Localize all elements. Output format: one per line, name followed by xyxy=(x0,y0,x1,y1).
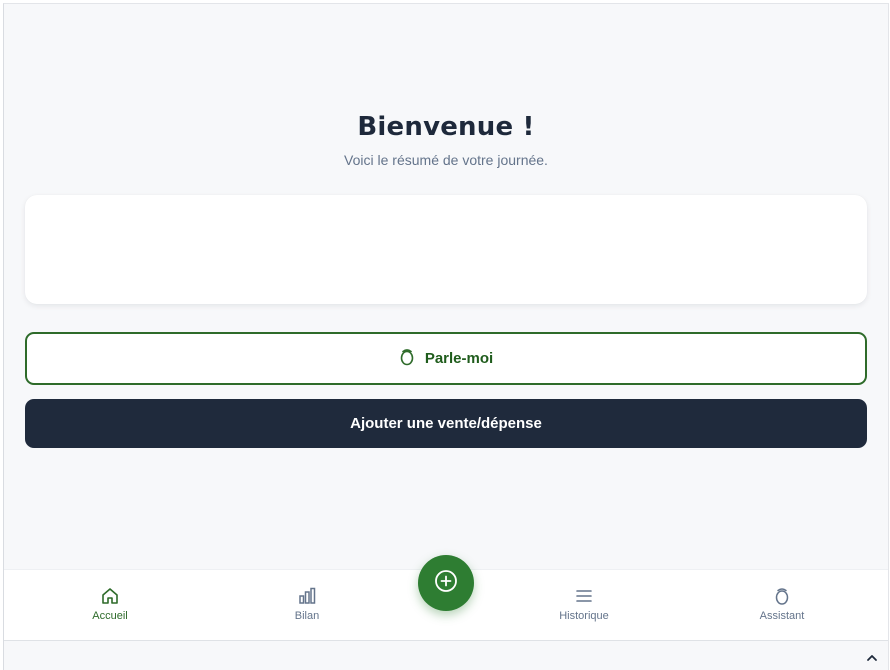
nav-item-assistant[interactable]: Assistant xyxy=(722,586,842,622)
talk-button-label: Parle-moi xyxy=(424,350,494,367)
nav-label-historique: Historique xyxy=(559,610,609,622)
nav-item-accueil[interactable]: Accueil xyxy=(50,586,170,622)
app-screen: Bienvenue ! Voici le résumé de votre jou… xyxy=(3,3,889,670)
nav-label-accueil: Accueil xyxy=(92,610,128,622)
assistant-icon xyxy=(772,586,792,606)
assistant-icon xyxy=(399,348,415,370)
daily-summary-card xyxy=(25,195,867,304)
chevron-up-icon xyxy=(866,649,878,667)
collapse-panel-button[interactable] xyxy=(862,648,882,668)
add-transaction-button[interactable]: Ajouter une vente/dépense xyxy=(25,399,867,448)
list-icon xyxy=(574,586,594,606)
add-transaction-label: Ajouter une vente/dépense xyxy=(350,415,542,432)
nav-label-assistant: Assistant xyxy=(759,610,805,622)
nav-item-bilan[interactable]: Bilan xyxy=(247,586,367,622)
add-fab-button[interactable] xyxy=(418,555,474,611)
page-subtitle: Voici le résumé de votre journée. xyxy=(344,152,548,168)
plus-circle-icon xyxy=(433,568,459,599)
talk-button[interactable]: Parle-moi xyxy=(25,332,867,385)
nav-item-historique[interactable]: Historique xyxy=(524,586,644,622)
page-title: Bienvenue ! xyxy=(357,112,535,142)
nav-label-bilan: Bilan xyxy=(294,610,320,622)
home-icon xyxy=(100,586,120,606)
bar-chart-icon xyxy=(297,586,317,606)
